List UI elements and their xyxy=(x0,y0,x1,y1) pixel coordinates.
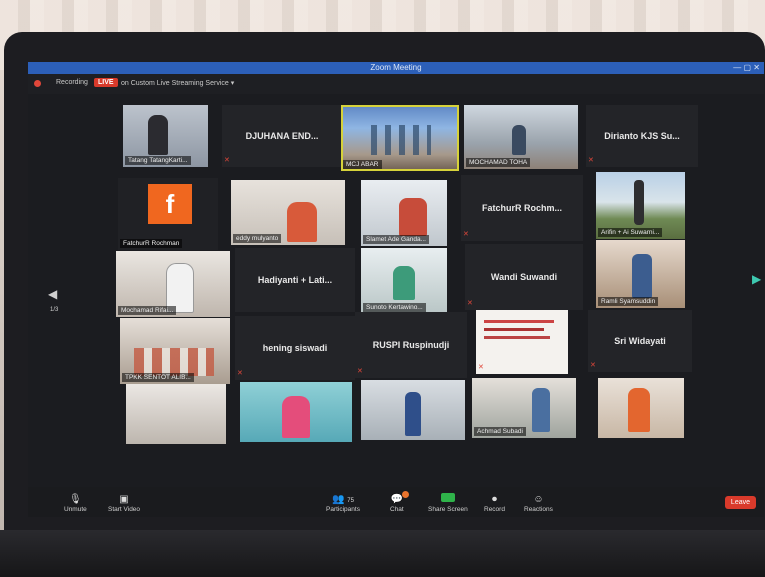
participant-tile[interactable]: Sri Widayati ✕ xyxy=(588,310,692,372)
participants-button[interactable]: 👥 75 Participants xyxy=(326,494,360,513)
participant-name: Sri Widayati xyxy=(614,336,666,346)
start-video-button[interactable]: ▣ Start Video xyxy=(108,494,140,513)
gallery-grid: Tatang TatangKarti... DJUHANA END... ✕ M… xyxy=(28,62,764,517)
participant-name: Wandi Suwandi xyxy=(490,272,558,282)
muted-mic-icon: ✕ xyxy=(467,300,473,307)
participant-name: DJUHANA END... xyxy=(245,131,319,141)
participant-name: Sunoto Kertawino... xyxy=(363,303,426,312)
participant-tile[interactable]: Ramli Syamsuddin xyxy=(596,240,685,308)
participant-name: hening siswadi xyxy=(262,343,328,353)
participant-name: eddy mulyanto xyxy=(233,234,282,243)
leave-button[interactable]: Leave xyxy=(724,496,756,509)
participant-name: TPKK SENTOT ALIB... xyxy=(122,373,194,382)
reactions-icon: ☺ xyxy=(533,494,544,505)
muted-mic-icon: ✕ xyxy=(224,157,230,164)
participant-tile[interactable]: DJUHANA END... ✕ xyxy=(222,105,342,167)
meeting-toolbar: 🎙 Unmute ▣ Start Video 👥 75 Participants 💬 C… xyxy=(28,487,764,517)
participant-tile[interactable]: MOCHAMAD TOHA xyxy=(464,105,578,169)
participant-tile[interactable]: Slamet Ade Ganda... xyxy=(361,180,447,246)
reactions-button[interactable]: ☺ Reactions xyxy=(524,494,553,513)
participant-tile[interactable] xyxy=(361,380,465,440)
unmute-button[interactable]: 🎙 Unmute xyxy=(64,494,87,513)
participant-tile[interactable]: TPKK SENTOT ALIB... xyxy=(120,318,230,384)
participant-name: FatchurR Rochm... xyxy=(481,203,562,213)
participant-tile[interactable]: RUSPI Ruspinudji ✕ xyxy=(355,312,467,378)
participant-tile[interactable]: f FatchurR Rochman xyxy=(118,178,218,250)
muted-mic-icon: ✕ xyxy=(237,370,243,377)
participant-name: Tatang TatangKarti... xyxy=(125,156,191,165)
participant-name: Ramli Syamsuddin xyxy=(598,297,659,306)
participants-count: 75 xyxy=(347,498,354,504)
participant-name: MOCHAMAD TOHA xyxy=(466,158,531,167)
participant-tile[interactable]: Dirianto KJS Su... ✕ xyxy=(586,105,698,167)
participant-name: MCJ ABAR xyxy=(343,160,382,169)
chat-button[interactable]: 💬 Chat xyxy=(390,491,409,513)
participant-tile[interactable] xyxy=(598,378,684,438)
participant-name: Dirianto KJS Su... xyxy=(604,131,680,141)
participant-tile[interactable]: Mochamad Rifai... xyxy=(116,251,230,317)
zoom-window: Zoom Meeting — ▢ ✕ Recording LIVE on Cus… xyxy=(28,62,764,517)
share-screen-button[interactable]: Share Screen xyxy=(428,493,468,513)
page-indicator: 1/3 xyxy=(50,307,59,313)
participant-tile[interactable]: Achmad Subadi xyxy=(472,378,576,438)
laptop-base xyxy=(0,530,765,577)
microphone-muted-icon: 🎙 xyxy=(69,494,82,505)
participant-tile-active[interactable]: MCJ ABAR xyxy=(341,105,459,171)
chat-notification-badge xyxy=(402,491,409,498)
participant-name: Slamet Ade Ganda... xyxy=(363,235,429,244)
participant-tile[interactable]: Arifin + Ai Suwarni... xyxy=(596,172,685,239)
participant-tile[interactable]: eddy mulyanto xyxy=(231,180,345,245)
participant-name: Achmad Subadi xyxy=(474,427,526,436)
participant-name: Hadiyanti + Lati... xyxy=(257,275,333,285)
participant-name: RUSPI Ruspinudji xyxy=(372,340,450,350)
muted-mic-icon: ✕ xyxy=(478,364,484,371)
participant-tile[interactable]: FatchurR Rochm... ✕ xyxy=(461,175,583,241)
participant-tile[interactable] xyxy=(126,384,226,444)
participant-tile[interactable]: Hadiyanti + Lati... xyxy=(235,248,355,312)
participant-tile[interactable] xyxy=(240,382,352,442)
participant-name: FatchurR Rochman xyxy=(120,239,183,248)
record-button[interactable]: ⏺ Record xyxy=(484,494,505,513)
participant-name: Arifin + Ai Suwarni... xyxy=(598,228,663,237)
muted-mic-icon: ✕ xyxy=(357,368,363,375)
share-screen-icon xyxy=(440,493,455,502)
participants-icon: 👥 75 xyxy=(332,494,354,505)
participant-tile[interactable]: Tatang TatangKarti... xyxy=(123,105,208,167)
photo-scene: Zoom Meeting — ▢ ✕ Recording LIVE on Cus… xyxy=(0,0,765,577)
record-icon: ⏺ xyxy=(491,494,497,505)
participant-name: Mochamad Rifai... xyxy=(118,306,177,315)
participant-tile[interactable]: Sunoto Kertawino... xyxy=(361,248,447,314)
participant-tile[interactable]: hening siswadi ✕ xyxy=(235,316,355,380)
participant-tile[interactable]: ✕ xyxy=(476,310,568,374)
muted-mic-icon: ✕ xyxy=(590,362,596,369)
next-page-arrow[interactable]: ▶ xyxy=(752,272,761,286)
participant-tile[interactable]: Wandi Suwandi ✕ xyxy=(465,244,583,310)
muted-mic-icon: ✕ xyxy=(463,231,469,238)
previous-page-arrow[interactable]: ◀ xyxy=(48,287,57,301)
avatar: f xyxy=(148,184,192,224)
muted-mic-icon: ✕ xyxy=(588,157,594,164)
camera-off-icon: ▣ xyxy=(119,494,129,505)
